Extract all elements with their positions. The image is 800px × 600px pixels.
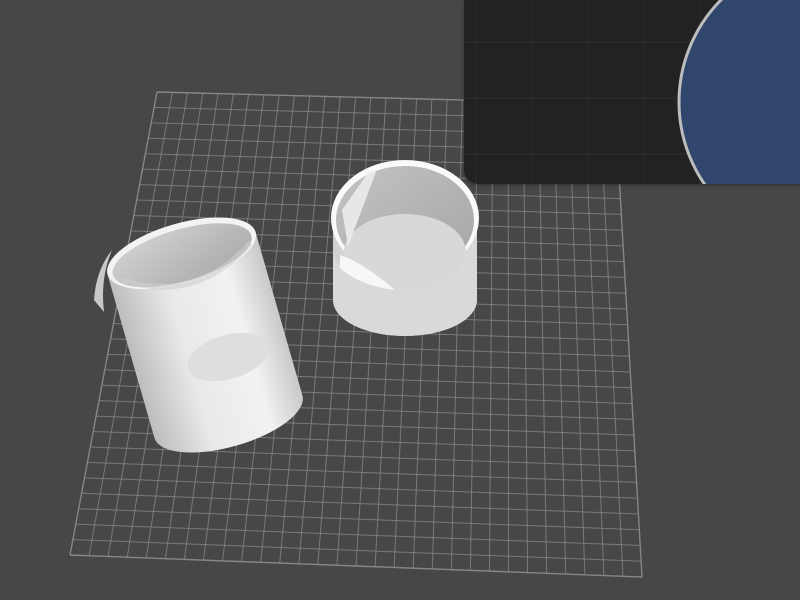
short-cylinder[interactable] [331, 160, 479, 336]
preview-circle[interactable] [677, 0, 800, 184]
preview-canvas [464, 0, 800, 184]
preview-panel[interactable] [464, 0, 800, 184]
